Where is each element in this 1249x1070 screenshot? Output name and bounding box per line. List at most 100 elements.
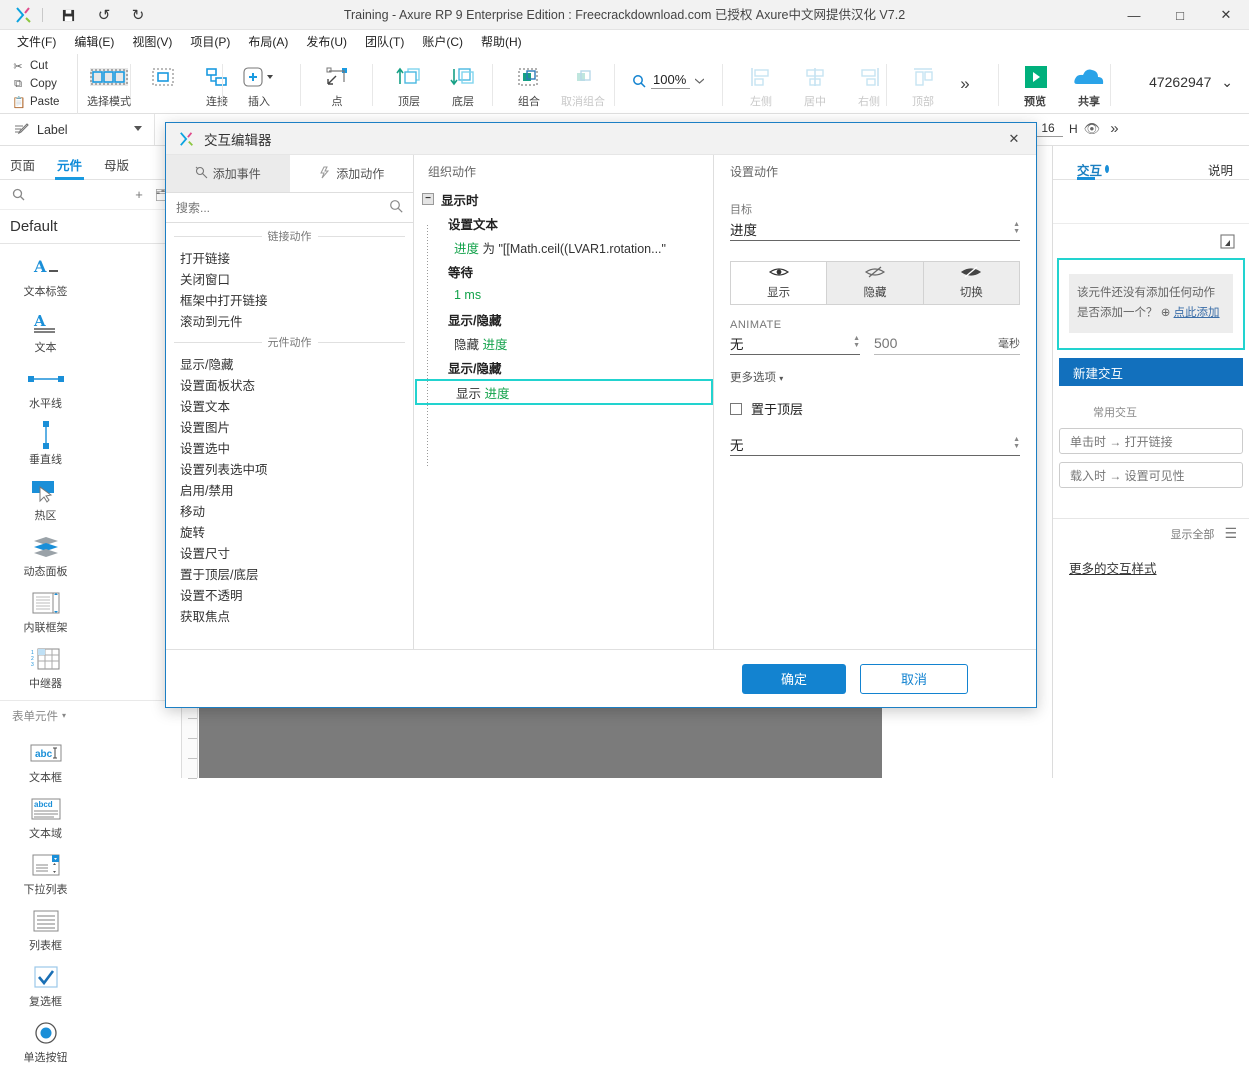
tree-toggle-icon[interactable]: −	[422, 193, 434, 205]
action-item-1-8[interactable]: 旋转	[166, 521, 413, 542]
more-options-toggle[interactable]: 更多选项 ▾	[730, 369, 1020, 385]
minimize-button[interactable]: —	[1111, 0, 1157, 30]
dialog-search-input[interactable]	[176, 200, 389, 215]
left-tab-2[interactable]: 母版	[104, 146, 129, 179]
action-item-1-3[interactable]: 设置图片	[166, 416, 413, 437]
paste-button[interactable]: 📋 Paste	[0, 93, 77, 111]
add-library-icon[interactable]: +	[129, 185, 149, 205]
label-field[interactable]: Label	[0, 114, 155, 145]
action-item-1-10[interactable]: 置于顶层/底层	[166, 563, 413, 584]
left-tab-1[interactable]: 元件	[55, 146, 85, 180]
widget-vertical-line[interactable]: 垂直线	[0, 416, 91, 472]
toolbar-button-align-right[interactable]: 右侧	[842, 54, 896, 112]
width-value[interactable]: 16	[1033, 121, 1063, 137]
action-item-0-1[interactable]: 关闭窗口	[166, 268, 413, 289]
tree-row-1[interactable]: 设置文本	[422, 211, 713, 235]
widget-checkbox[interactable]: 复选框	[0, 958, 91, 1014]
tab-add-action[interactable]: 添加动作	[289, 155, 413, 193]
menu-item-0[interactable]: 文件(F)	[8, 30, 65, 53]
action-item-1-2[interactable]: 设置文本	[166, 395, 413, 416]
action-item-0-3[interactable]: 滚动到元件	[166, 310, 413, 331]
canvas-shape[interactable]	[199, 697, 882, 778]
toolbar-button-align-center[interactable]: 居中	[788, 54, 842, 112]
menu-item-2[interactable]: 视图(V)	[123, 30, 181, 53]
tree-row-8[interactable]: 显示 进度	[415, 379, 713, 405]
tree-row-5[interactable]: 显示/隐藏	[422, 307, 713, 331]
duration-input[interactable]	[874, 334, 944, 351]
menu-item-4[interactable]: 布局(A)	[239, 30, 297, 53]
visibility-toggle-option[interactable]: 切换	[922, 262, 1019, 304]
action-item-1-12[interactable]: 获取焦点	[166, 605, 413, 626]
widget-text-label[interactable]: A 文本标签	[0, 248, 91, 304]
left-tab-0[interactable]: 页面	[10, 146, 35, 179]
action-item-1-4[interactable]: 设置选中	[166, 437, 413, 458]
ok-button[interactable]: 确定	[742, 663, 846, 694]
toolbar-button-send-back[interactable]: 底层	[436, 54, 490, 112]
widget-radio[interactable]: 单选按钮	[0, 1014, 91, 1070]
menu-item-3[interactable]: 项目(P)	[181, 30, 239, 53]
widget-inline-frame[interactable]: 内联框架	[0, 584, 91, 640]
toolbar-button-align-top[interactable]: 顶部	[896, 54, 950, 112]
add-here-link[interactable]: 点此添加	[1174, 307, 1220, 319]
new-interaction-button[interactable]: 新建交互	[1059, 358, 1243, 386]
widget-textbox[interactable]: abc 文本框	[0, 734, 91, 790]
widget-dynamic-panel[interactable]: 动态面板	[0, 528, 91, 584]
action-item-1-9[interactable]: 设置尺寸	[166, 542, 413, 563]
widget-library-name[interactable]: Default	[0, 210, 181, 244]
tree-row-2[interactable]: 进度 为 "[[Math.ceil((LVAR1.rotation..."	[422, 235, 713, 259]
action-item-0-2[interactable]: 框架中打开链接	[166, 289, 413, 310]
menu-item-8[interactable]: 帮助(H)	[472, 30, 531, 53]
visibility-hide-option[interactable]: 隐藏	[826, 262, 923, 304]
selection-corner-icon[interactable]	[1220, 233, 1235, 249]
close-button[interactable]: ✕	[1203, 0, 1249, 30]
extra-select[interactable]: 无 ▲ ▼	[730, 432, 1020, 456]
widget-textarea[interactable]: abcd 文本域	[0, 790, 91, 846]
action-item-1-0[interactable]: 显示/隐藏	[166, 353, 413, 374]
tree-row-4[interactable]: 1 ms	[422, 283, 713, 307]
menu-item-5[interactable]: 发布(U)	[297, 30, 356, 53]
animate-select[interactable]: 无 ▲ ▼	[730, 331, 860, 355]
cut-button[interactable]: ✂ Cut	[0, 57, 77, 75]
action-item-1-5[interactable]: 设置列表选中项	[166, 458, 413, 479]
action-item-1-11[interactable]: 设置不透明	[166, 584, 413, 605]
cancel-button[interactable]: 取消	[860, 663, 968, 694]
tree-row-3[interactable]: 等待	[422, 259, 713, 283]
show-all-link[interactable]: 显示全部	[1170, 526, 1214, 542]
toolbar-button-select-mode[interactable]: 选择模式	[82, 54, 136, 112]
target-select[interactable]: 进度 ▲ ▼	[730, 217, 1020, 241]
toolbar-button-marquee[interactable]	[136, 54, 190, 112]
form-widgets-section-header[interactable]: 表单元件 ▾	[0, 700, 181, 730]
menu-item-6[interactable]: 团队(T)	[356, 30, 413, 53]
copy-button[interactable]: ⧉ Copy	[0, 75, 77, 93]
right-tab-0[interactable]: 交互	[1077, 146, 1110, 180]
action-item-0-0[interactable]: 打开链接	[166, 247, 413, 268]
search-icon[interactable]	[8, 185, 28, 205]
toolbar-button-insert[interactable]: 插入	[232, 54, 286, 112]
share-button[interactable]: 共享	[1062, 54, 1116, 112]
widget-text-paragraph[interactable]: A 文本	[0, 304, 91, 360]
right-tab-1[interactable]: 说明	[1208, 146, 1233, 180]
zoom-control[interactable]: 100%	[632, 72, 705, 89]
visibility-show-option[interactable]: 显示	[731, 262, 827, 304]
suggestion-open-link[interactable]: 单击时 → 打开链接	[1059, 428, 1243, 454]
bring-front-checkbox-row[interactable]: 置于顶层	[730, 399, 1020, 418]
menu-item-1[interactable]: 编辑(E)	[65, 30, 123, 53]
maximize-button[interactable]: □	[1157, 0, 1203, 30]
widget-hotspot[interactable]: 热区	[0, 472, 91, 528]
list-menu-icon[interactable]: ☰	[1224, 525, 1237, 542]
menu-item-7[interactable]: 账户(C)	[413, 30, 472, 53]
tree-row-7[interactable]: 显示/隐藏	[422, 355, 713, 379]
account-menu[interactable]: 47262947 ⌄	[1149, 74, 1233, 91]
widget-listbox[interactable]: 列表框	[0, 902, 91, 958]
more-icon[interactable]: »	[1110, 120, 1118, 137]
bring-front-checkbox[interactable]	[730, 402, 742, 415]
action-item-1-1[interactable]: 设置面板状态	[166, 374, 413, 395]
preview-button[interactable]: 预览	[1008, 54, 1062, 112]
toolbar-overflow-button[interactable]: »	[950, 54, 980, 112]
widget-horizontal-line[interactable]: 水平线	[0, 360, 91, 416]
toolbar-button-align-left[interactable]: 左侧	[734, 54, 788, 112]
dialog-close-button[interactable]: ✕	[992, 123, 1036, 154]
toolbar-button-bring-front[interactable]: 顶层	[382, 54, 436, 112]
tree-row-0[interactable]: − 显示时	[422, 187, 713, 211]
widget-dropdown[interactable]: 下拉列表	[0, 846, 91, 902]
